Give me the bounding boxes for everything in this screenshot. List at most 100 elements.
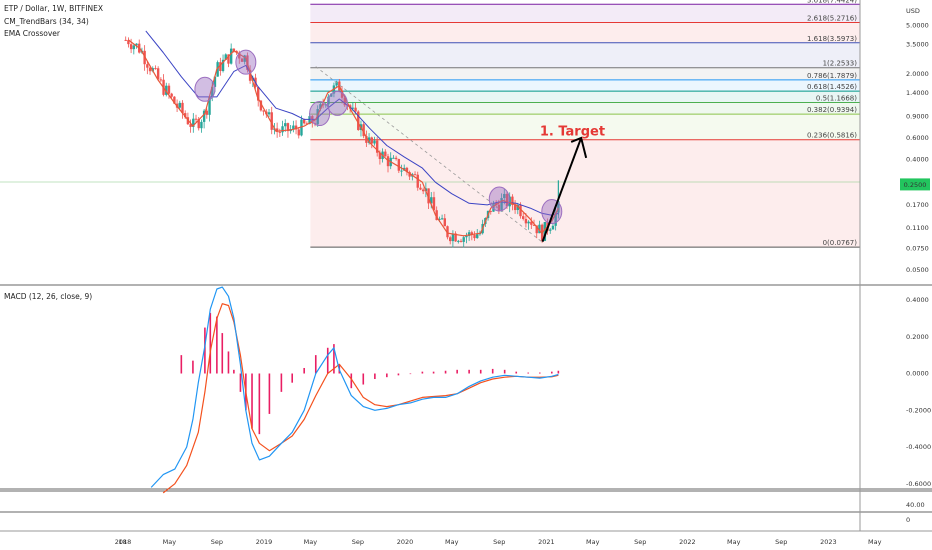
macd-histogram-bar [397,373,400,376]
candle-body [476,234,479,239]
candle-body [394,157,398,160]
candle-body [440,218,444,220]
candle-body [524,218,528,224]
price-tick-label: 2.0000 [906,70,929,78]
candle-body [413,174,417,176]
fib-level-label: 0.382(0.9394) [807,106,857,114]
fib-level-label: 1.618(3.5973) [807,35,857,43]
time-tick-label: 2019 [256,538,273,546]
time-tick-label: Sep [211,538,223,546]
candle-body [267,112,271,115]
macd-tick-label: 0.2000 [906,333,929,341]
bottom-pane-tick: 40.00 [906,501,925,509]
fib-zone [310,4,860,23]
fib-level-label: 0.236(0.5816) [807,132,857,140]
macd-histogram-bar [421,371,424,374]
candle-body [354,107,357,112]
time-tick-label: 2021 [538,538,555,546]
highlight-circle [326,90,348,116]
candle-body [443,218,446,227]
macd-histogram-bar [258,373,261,435]
macd-histogram-bar [221,333,224,374]
highlight-circle [235,49,257,75]
macd-histogram-bar [386,373,388,378]
candle-body [527,221,530,224]
time-tick-label: 2022 [679,538,696,546]
candle-body [513,204,517,211]
indicator-ema-label[interactable]: EMA Crossover [4,29,61,38]
fib-zone [310,91,860,103]
candle-body [154,68,157,70]
candle-body [132,45,136,50]
macd-tick-label: -0.6000 [906,480,931,488]
macd-title[interactable]: MACD (12, 26, close, 9) [4,292,92,301]
candle-body [459,240,463,242]
fib-level-label: 0(0.0767) [823,239,858,247]
candle-body [448,237,452,242]
macd-histogram-bar [314,355,317,374]
candle-body [200,121,203,129]
macd-histogram-bar [491,368,494,374]
candle-body [302,119,306,124]
macd-histogram-bar [251,373,253,429]
time-tick-label: May [868,538,882,546]
time-tick-label: May [586,538,600,546]
macd-histogram-bar [303,367,305,374]
macd-tick-label: 0.0000 [906,370,929,378]
macd-histogram-bar [444,370,447,374]
candle-body [297,129,300,136]
macd-histogram-bar [268,373,271,414]
macd-histogram-bar [503,369,506,374]
price-tick-label: 3.5000 [906,40,929,48]
price-tick-label: 0.4000 [906,155,929,163]
candle-body [522,216,525,219]
indicator-trendbars-label[interactable]: CM_TrendBars (34, 34) [4,17,89,26]
macd-tick-label: -0.4000 [906,443,931,451]
fib-zone [310,79,860,92]
macd-histogram-bar [550,371,553,374]
time-tick-label: 2023 [820,538,837,546]
price-tick-label: 0.1700 [906,201,929,209]
candle-body [284,123,287,127]
price-tick-label: 0.6000 [906,134,929,142]
price-tick-label: 0.1100 [906,224,929,232]
fib-level-label: 0.5(1.1668) [816,94,857,102]
highlight-circle [488,186,510,212]
time-tick-label: Sep [775,538,787,546]
highlight-circle [194,76,216,102]
fib-level-label: 0.618(1.4526) [807,83,857,91]
candle-body [167,85,171,94]
macd-histogram-bar [362,373,365,385]
candle-body [397,159,401,171]
price-tick-label: 0.9000 [906,112,929,120]
macd-histogram-bar [209,312,212,374]
highlight-circle [541,199,563,225]
candle-body [178,102,181,108]
price-tick-label: 1.4000 [906,89,929,97]
macd-histogram-bar [409,373,412,375]
candle-body [416,174,419,188]
time-tick-label: May [445,538,459,546]
macd-tick-label: -0.2000 [906,406,931,414]
candle-body [124,39,127,41]
macd-histogram-bar [479,369,482,374]
macd-histogram-bar [539,372,541,374]
macd-tick-label: 0.4000 [906,296,929,304]
macd-histogram-bar [280,373,283,392]
macd-histogram-bar [326,347,329,374]
time-tick-label: Sep [352,538,364,546]
trading-chart[interactable]: 3.618(7.4424) 2.618(5.2716) 1.618(3.5973) 1… [0,0,932,550]
bottom-pane-tick: 0 [906,516,910,524]
macd-histogram-bar [180,355,183,374]
time-tick-label: May [304,538,318,546]
candle-body [159,79,163,81]
fib-level-label: 2.618(5.2716) [807,15,857,23]
time-tick-label: Sep [493,538,505,546]
candle-body [549,229,552,231]
time-tick-label: 2018 [115,538,132,546]
candle-body [194,118,198,120]
macd-histogram-bar [291,373,293,383]
macd-histogram-bar [432,371,435,374]
time-tick-label: 2020 [397,538,414,546]
candle-body [278,131,282,133]
